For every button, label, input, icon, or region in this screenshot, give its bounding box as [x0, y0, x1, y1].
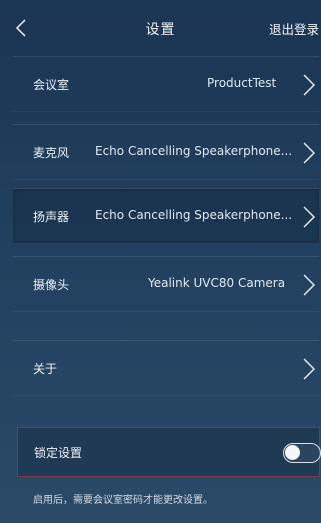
- row-label: 关于: [33, 362, 58, 376]
- chevron-right-icon: [303, 142, 315, 164]
- lock-settings-hint: 启用后，需要会议室密码才能更改设置。: [33, 495, 213, 506]
- chevron-right-icon: [303, 74, 315, 96]
- row-label: 摄像头: [33, 278, 70, 292]
- toggle-knob: [285, 445, 300, 460]
- logout-button[interactable]: 退出登录: [269, 19, 319, 38]
- lock-settings-row: 锁定设置: [17, 427, 321, 477]
- row-value: ProductTest: [207, 76, 277, 90]
- chevron-right-icon: [303, 358, 315, 380]
- chevron-right-icon: [303, 206, 315, 228]
- row-value: Echo Cancelling Speakerphone...: [95, 144, 293, 158]
- row-value: Yealink UVC80 Camera: [148, 276, 286, 290]
- lock-settings-label: 锁定设置: [34, 446, 83, 460]
- settings-row-about[interactable]: 关于: [13, 340, 319, 396]
- settings-row-camera[interactable]: 摄像头 Yealink UVC80 Camera: [13, 256, 319, 312]
- row-label: 会议室: [33, 78, 70, 92]
- lock-settings-toggle[interactable]: [283, 443, 321, 463]
- row-value: Echo Cancelling Speakerphone...: [95, 208, 293, 222]
- row-label: 扬声器: [33, 210, 70, 224]
- settings-row-meeting-room[interactable]: 会议室 ProductTest: [13, 56, 319, 112]
- chevron-right-icon: [303, 274, 315, 296]
- settings-row-speaker[interactable]: 扬声器 Echo Cancelling Speakerphone...: [13, 188, 319, 244]
- row-label: 麦克风: [33, 146, 70, 160]
- settings-row-microphone[interactable]: 麦克风 Echo Cancelling Speakerphone...: [13, 124, 319, 180]
- top-bar: 设置 退出登录: [0, 0, 321, 56]
